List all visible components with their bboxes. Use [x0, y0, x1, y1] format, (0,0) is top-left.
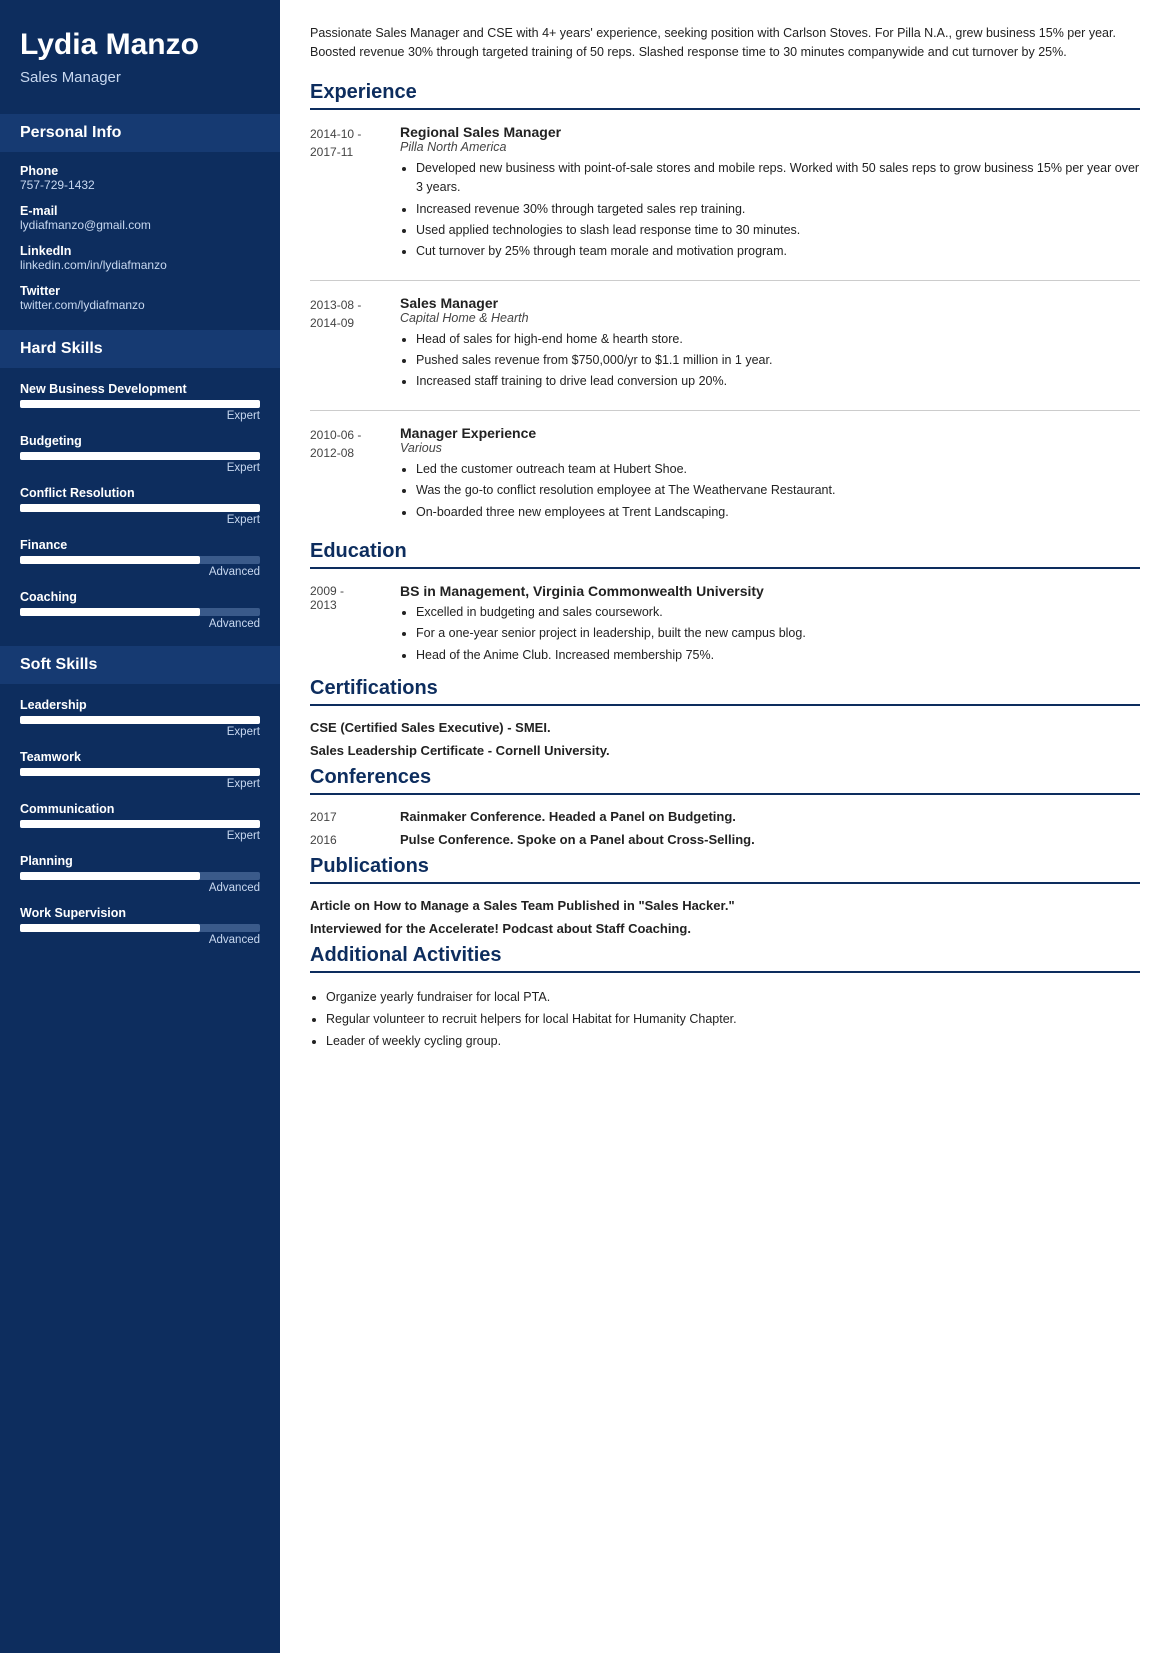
personal-email: E-mail lydiafmanzo@gmail.com [0, 200, 280, 240]
exp-company-0: Pilla North America [400, 140, 1140, 154]
conferences-section-title: Conferences [310, 766, 1140, 795]
exp-bullet-0-0: Developed new business with point-of-sal… [416, 159, 1140, 198]
soft-skills-heading: Soft Skills [0, 646, 280, 684]
candidate-name: Lydia Manzo [20, 28, 260, 63]
education-item-0: 2009 -2013 BS in Management, Virginia Co… [310, 583, 1140, 667]
skill-conflict-resolution: Conflict Resolution Expert [0, 480, 280, 532]
activity-item-1: Regular volunteer to recruit helpers for… [326, 1009, 1140, 1029]
main-content: Passionate Sales Manager and CSE with 4+… [280, 0, 1170, 1653]
exp-bullet-2-1: Was the go-to conflict resolution employ… [416, 481, 1140, 500]
personal-twitter: Twitter twitter.com/lydiafmanzo [0, 280, 280, 320]
pub-item-0: Article on How to Manage a Sales Team Pu… [310, 898, 1140, 913]
exp-title-1: Sales Manager [400, 295, 1140, 311]
sidebar: Lydia Manzo Sales Manager Personal Info … [0, 0, 280, 1653]
edu-bullets-0: Excelled in budgeting and sales coursewo… [400, 603, 1140, 665]
exp-bullet-2-2: On-boarded three new employees at Trent … [416, 503, 1140, 522]
conference-item-1: 2016 Pulse Conference. Spoke on a Panel … [310, 832, 1140, 847]
skill-work-supervision: Work Supervision Advanced [0, 900, 280, 952]
skill-communication: Communication Expert [0, 796, 280, 848]
exp-bullet-2-0: Led the customer outreach team at Hubert… [416, 460, 1140, 479]
skill-finance: Finance Advanced [0, 532, 280, 584]
skill-budgeting: Budgeting Expert [0, 428, 280, 480]
experience-section-title: Experience [310, 81, 1140, 110]
exp-bullets-2: Led the customer outreach team at Hubert… [400, 460, 1140, 522]
exp-title-2: Manager Experience [400, 425, 1140, 441]
activity-item-0: Organize yearly fundraiser for local PTA… [326, 987, 1140, 1007]
personal-phone: Phone 757-729-1432 [0, 160, 280, 200]
exp-bullet-1-1: Pushed sales revenue from $750,000/yr to… [416, 351, 1140, 370]
exp-bullet-1-0: Head of sales for high-end home & hearth… [416, 330, 1140, 349]
exp-company-1: Capital Home & Hearth [400, 311, 1140, 325]
exp-title-0: Regional Sales Manager [400, 124, 1140, 140]
hard-skills-heading: Hard Skills [0, 330, 280, 368]
exp-bullet-0-2: Used applied technologies to slash lead … [416, 221, 1140, 240]
publications-section-title: Publications [310, 855, 1140, 884]
edu-dates-0: 2009 -2013 [310, 583, 400, 667]
exp-dates-2: 2010-06 -2012-08 [310, 425, 400, 524]
conf-year-0: 2017 [310, 809, 400, 824]
cert-item-0: CSE (Certified Sales Executive) - SMEI. [310, 720, 1140, 735]
skill-new-business: New Business Development Expert [0, 376, 280, 428]
cert-item-1: Sales Leadership Certificate - Cornell U… [310, 743, 1140, 758]
experience-item-0: 2014-10 -2017-11 Regional Sales Manager … [310, 124, 1140, 264]
exp-bullets-1: Head of sales for high-end home & hearth… [400, 330, 1140, 392]
certifications-section-title: Certifications [310, 677, 1140, 706]
sidebar-header: Lydia Manzo Sales Manager [0, 0, 280, 104]
skill-planning: Planning Advanced [0, 848, 280, 900]
candidate-title: Sales Manager [20, 69, 260, 86]
exp-bullet-0-1: Increased revenue 30% through targeted s… [416, 200, 1140, 219]
exp-dates-1: 2013-08 -2014-09 [310, 295, 400, 394]
conf-text-1: Pulse Conference. Spoke on a Panel about… [400, 832, 755, 847]
skill-coaching: Coaching Advanced [0, 584, 280, 636]
edu-degree-0: BS in Management, Virginia Commonwealth … [400, 583, 1140, 599]
education-section-title: Education [310, 540, 1140, 569]
activity-item-2: Leader of weekly cycling group. [326, 1031, 1140, 1051]
conf-year-1: 2016 [310, 832, 400, 847]
skill-leadership: Leadership Expert [0, 692, 280, 744]
summary-text: Passionate Sales Manager and CSE with 4+… [310, 20, 1140, 63]
pub-item-1: Interviewed for the Accelerate! Podcast … [310, 921, 1140, 936]
personal-linkedin: LinkedIn linkedin.com/in/lydiafmanzo [0, 240, 280, 280]
exp-bullets-0: Developed new business with point-of-sal… [400, 159, 1140, 262]
exp-company-2: Various [400, 441, 1140, 455]
edu-bullet-0-2: Head of the Anime Club. Increased member… [416, 646, 1140, 665]
conf-text-0: Rainmaker Conference. Headed a Panel on … [400, 809, 736, 824]
activities-list: Organize yearly fundraiser for local PTA… [310, 987, 1140, 1051]
experience-item-2: 2010-06 -2012-08 Manager Experience Vari… [310, 425, 1140, 524]
conference-item-0: 2017 Rainmaker Conference. Headed a Pane… [310, 809, 1140, 824]
edu-bullet-0-1: For a one-year senior project in leaders… [416, 624, 1140, 643]
personal-info-heading: Personal Info [0, 114, 280, 152]
exp-bullet-1-2: Increased staff training to drive lead c… [416, 372, 1140, 391]
experience-item-1: 2013-08 -2014-09 Sales Manager Capital H… [310, 295, 1140, 394]
exp-bullet-0-3: Cut turnover by 25% through team morale … [416, 242, 1140, 261]
skill-teamwork: Teamwork Expert [0, 744, 280, 796]
exp-dates-0: 2014-10 -2017-11 [310, 124, 400, 264]
activities-section-title: Additional Activities [310, 944, 1140, 973]
edu-bullet-0-0: Excelled in budgeting and sales coursewo… [416, 603, 1140, 622]
